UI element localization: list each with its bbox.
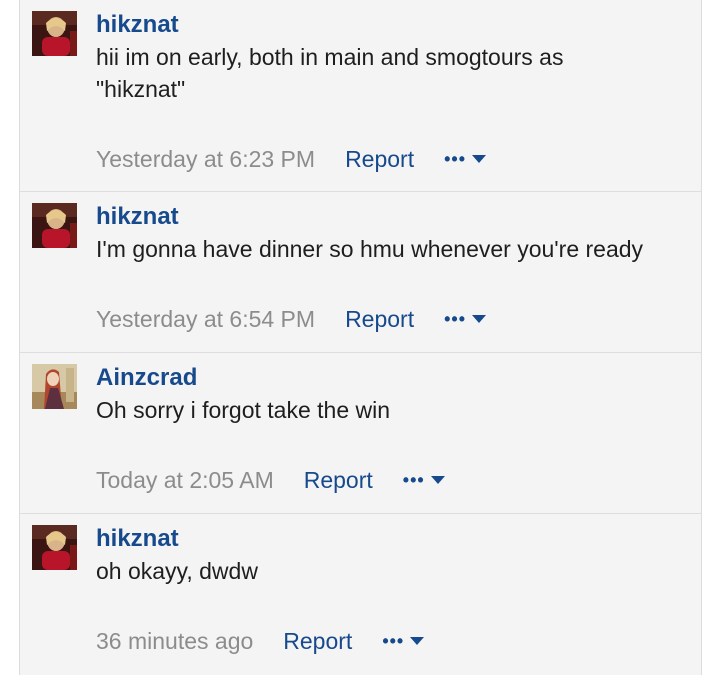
avatar[interactable] <box>32 203 77 248</box>
comment: Ainzcrad Oh sorry i forgot take the win … <box>20 353 701 514</box>
ellipsis-icon: ••• <box>402 470 425 490</box>
chevron-down-icon <box>472 155 487 163</box>
more-options-button[interactable]: ••• <box>382 631 425 651</box>
chevron-down-icon <box>410 637 425 645</box>
avatar[interactable] <box>32 364 77 409</box>
comment-meta: Today at 2:05 AM Report ••• <box>96 465 445 495</box>
comment-meta: 36 minutes ago Report ••• <box>96 626 425 656</box>
more-options-button[interactable]: ••• <box>403 470 445 490</box>
more-options-button[interactable]: ••• <box>444 149 487 169</box>
chevron-down-icon <box>472 315 487 323</box>
author-link[interactable]: hikznat <box>96 201 687 233</box>
comment-meta: Yesterday at 6:23 PM Report ••• <box>96 144 487 174</box>
comment-body: Ainzcrad Oh sorry i forgot take the win <box>96 362 687 426</box>
ainzcrad-avatar-image <box>32 364 77 409</box>
comment-text: oh okayy, dwdw <box>96 558 258 584</box>
timestamp[interactable]: 36 minutes ago <box>96 626 253 656</box>
report-link[interactable]: Report <box>283 626 352 656</box>
report-link[interactable]: Report <box>345 304 414 334</box>
author-link[interactable]: hikznat <box>96 9 687 41</box>
author-link[interactable]: Ainzcrad <box>96 362 687 394</box>
comment-meta: Yesterday at 6:54 PM Report ••• <box>96 304 487 334</box>
hikznat-avatar-image <box>32 11 77 56</box>
timestamp[interactable]: Yesterday at 6:54 PM <box>96 304 315 334</box>
comment-body: hikznat oh okayy, dwdw <box>96 523 687 587</box>
comment-body: hikznat I'm gonna have dinner so hmu whe… <box>96 201 687 265</box>
avatar[interactable] <box>32 525 77 570</box>
avatar[interactable] <box>32 11 77 56</box>
comment-text: hii im on early, both in main and smogto… <box>96 44 564 102</box>
hikznat-avatar-image <box>32 525 77 570</box>
hikznat-avatar-image <box>32 203 77 248</box>
timestamp[interactable]: Yesterday at 6:23 PM <box>96 144 315 174</box>
ellipsis-icon: ••• <box>444 149 467 169</box>
report-link[interactable]: Report <box>345 144 414 174</box>
ellipsis-icon: ••• <box>444 309 467 329</box>
timestamp[interactable]: Today at 2:05 AM <box>96 465 274 495</box>
comment-text: Oh sorry i forgot take the win <box>96 397 391 423</box>
comment-thread: hikznat hii im on early, both in main an… <box>19 0 702 675</box>
report-link[interactable]: Report <box>304 465 373 495</box>
comment: hikznat I'm gonna have dinner so hmu whe… <box>20 192 701 353</box>
more-options-button[interactable]: ••• <box>444 309 487 329</box>
ellipsis-icon: ••• <box>382 631 405 651</box>
chevron-down-icon <box>430 476 445 484</box>
comment: hikznat hii im on early, both in main an… <box>20 0 701 192</box>
comment-body: hikznat hii im on early, both in main an… <box>96 9 687 105</box>
comment-text: I'm gonna have dinner so hmu whenever yo… <box>96 236 644 262</box>
author-link[interactable]: hikznat <box>96 523 687 555</box>
comment: hikznat oh okayy, dwdw 36 minutes ago Re… <box>20 514 701 675</box>
